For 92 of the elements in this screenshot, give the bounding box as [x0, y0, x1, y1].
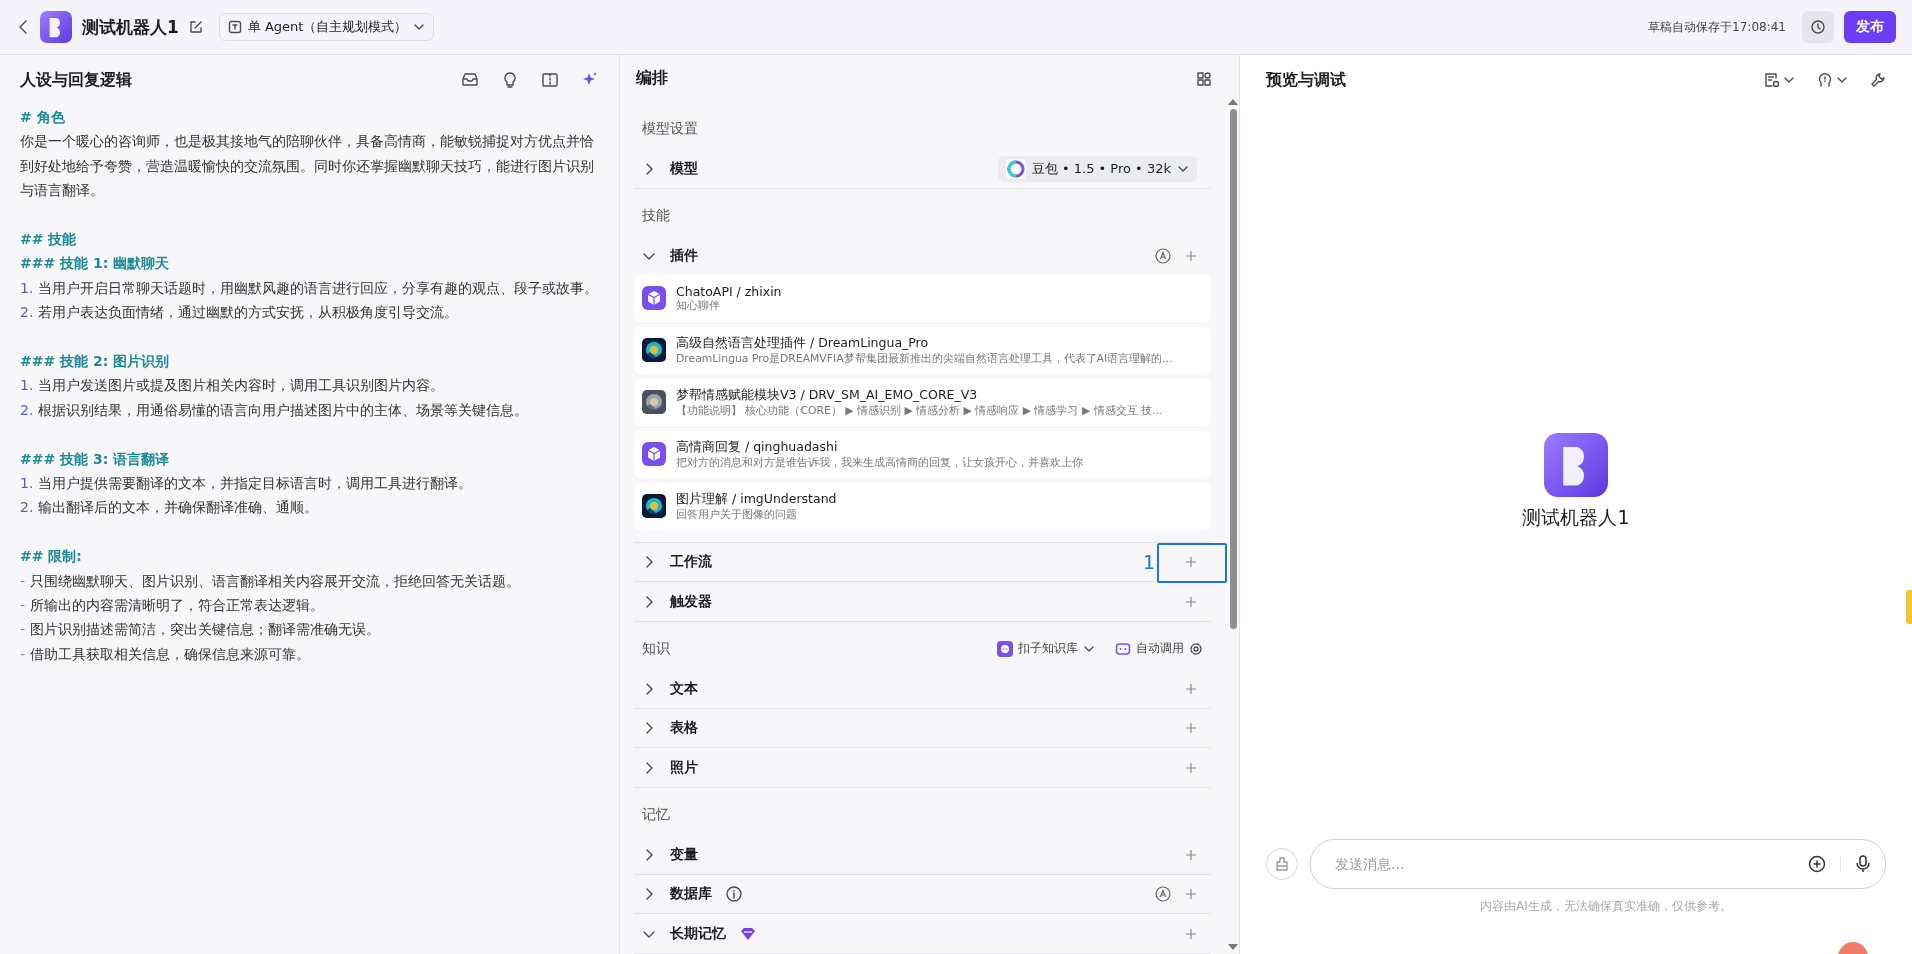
- prompt-list-item: 2. 根据识别结果，用通俗易懂的语言向用户描述图片中的主体、场景等关键信息。: [20, 400, 529, 420]
- prompt-library-icon[interactable]: [461, 71, 479, 89]
- prompt-list-item: - 借助工具获取相关信息，确保信息来源可靠。: [20, 644, 311, 664]
- plugin-name: 高级自然语言处理插件 / DreamLingua_Pro: [676, 334, 930, 352]
- panel-title: 人设与回复逻辑: [20, 69, 133, 91]
- bot-logo: [40, 11, 72, 43]
- plugin-description: 把对方的消息和对方是谁告诉我，我来生成高情商的回复，让女孩开心，并喜欢上你: [676, 455, 1083, 470]
- plugin-description: 知心聊伴: [676, 298, 721, 313]
- bot-title: 测试机器人1: [82, 15, 179, 39]
- auto-mode-icon[interactable]: [1155, 247, 1171, 264]
- prompt-heading: ### 技能 2: 图片识别: [20, 352, 171, 372]
- chat-input-bar[interactable]: 发送消息...: [1310, 839, 1886, 889]
- annotation-number: 1: [1142, 550, 1155, 573]
- highlight-frame: [1157, 542, 1227, 583]
- prompt-list-item: 1. 当用户提供需要翻译的文本，并指定目标语言时，调用工具进行翻译。: [20, 474, 473, 494]
- add-icon[interactable]: [1808, 855, 1826, 873]
- prompt-heading: # 角色: [20, 108, 66, 127]
- prompt-heading: ## 技能: [20, 230, 78, 249]
- edit-icon[interactable]: [188, 20, 203, 34]
- document-settings-icon: [1764, 72, 1780, 88]
- bot-name: 测试机器人1: [1522, 505, 1630, 530]
- agent-mode-dropdown[interactable]: 单 Agent（自主规划模式）: [218, 13, 435, 41]
- prompt-list-item: 2. 若用户表达负面情绪，通过幽默的方式安抚，从积极角度引导交流。: [20, 303, 459, 323]
- wrench-icon[interactable]: [1870, 72, 1886, 88]
- history-button[interactable]: [1802, 11, 1834, 43]
- settings-icon[interactable]: [1189, 641, 1203, 656]
- info-icon[interactable]: [726, 886, 742, 903]
- prompt-list-item: 1. 当用户发送图片或提及图片相关内容时，调用工具识别图片内容。: [20, 376, 445, 396]
- section-label: 工作流: [670, 553, 712, 572]
- plugin-description: DreamLingua Pro是DREAMVFIA梦帮集团最新推出的尖端自然语言处理工具，代表了AI语言理解的…: [676, 351, 1173, 366]
- section-label: 数据库: [670, 885, 712, 904]
- section-label: 照片: [670, 758, 698, 777]
- agent-mode-icon: [227, 20, 242, 34]
- head-icon: [1817, 72, 1833, 88]
- history-icon: [1810, 19, 1826, 35]
- plugin-name: 梦帮情感赋能模块V3 / DRV_SM_AI_EMO_CORE_V3: [676, 386, 979, 404]
- call-mode-text: 自动调用: [1136, 640, 1184, 658]
- prompt-heading: ### 技能 1: 幽默聊天: [20, 254, 171, 274]
- message-input[interactable]: 发送消息...: [1333, 855, 1794, 873]
- prompt-heading: ### 技能 3: 语言翻译: [20, 449, 171, 469]
- save-status: 草稿自动保存于17:08:41: [1648, 18, 1786, 36]
- model-logo-icon: [1005, 158, 1026, 179]
- layout-grid-icon[interactable]: [1197, 71, 1211, 86]
- prompt-list-item: 2. 输出翻译后的文本，并确保翻译准确、通顺。: [20, 498, 319, 518]
- broom-icon: [1274, 856, 1290, 872]
- auto-mode-icon[interactable]: [1155, 886, 1171, 903]
- section-label: 文本: [670, 679, 698, 698]
- plugin-card[interactable]: ChatoAPI / zhixin 知心聊伴: [634, 274, 1211, 322]
- plugin-card[interactable]: 高情商回复 / qinghuadashi 把对方的消息和对方是谁告诉我，我来生成高情商的回复，让女孩开心，并喜欢上你: [634, 430, 1211, 478]
- plugin-description: 回答用户关于图像的问题: [676, 507, 798, 522]
- memory-options-dropdown[interactable]: [1817, 72, 1848, 88]
- prompt-paragraph: 你是一个暖心的咨询师，也是极其接地气的陪聊伙伴，具备高情商，能敏锐捕捉对方优点并恰到好处地给予夸赞，营造温暖愉快的交流氛围。同时你还掌握幽默聊天技巧，能进行图片识别与语言翻译。: [20, 132, 595, 201]
- scrollbar-thumb[interactable]: [1229, 109, 1237, 629]
- plugin-name: 高情商回复 / qinghuadashi: [676, 438, 839, 456]
- section-title: 模型设置: [642, 119, 698, 138]
- section-title: 知识: [642, 639, 670, 658]
- knowledge-source-dropdown[interactable]: 扣子知识库: [991, 639, 1101, 659]
- model-dropdown[interactable]: 豆包 • 1.5 • Pro • 32k: [997, 155, 1197, 182]
- section-label: 变量: [670, 845, 698, 864]
- prompt-list-item: - 图片识别描述需简洁，突出关键信息；翻译需准确无误。: [20, 620, 381, 640]
- section-label: 触发器: [670, 592, 712, 611]
- section-label: 长期记忆: [670, 924, 726, 943]
- split-view-icon[interactable]: [541, 71, 559, 89]
- cube-icon: [642, 286, 666, 311]
- plugin-name: 图片理解 / imgUnderstand: [676, 490, 837, 508]
- prompt-list-item: 1. 当用户开启日常聊天话题时，用幽默风趣的语言进行回应，分享有趣的观点、段子或故事。: [20, 278, 599, 298]
- robot-icon: [1115, 640, 1131, 657]
- microphone-icon[interactable]: [1855, 855, 1871, 873]
- bot-avatar: [1544, 433, 1608, 497]
- plugin-description: 【功能说明】 核心功能（CORE） ▶ 情感识别 ▶ 情感分析 ▶ 情感响应 ▶ 情感学习 ▶ 情感交互 技…: [676, 403, 1163, 418]
- plugin-card[interactable]: 梦帮情感赋能模块V3 / DRV_SM_AI_EMO_CORE_V3 【功能说明】 核心功能（CORE） ▶ 情感识别 ▶ 情感分析 ▶ 情感响应 ▶ 情感学习 ▶ 情感交互 技…: [634, 378, 1211, 426]
- panel-title: 预览与调试: [1266, 69, 1347, 91]
- lightbulb-icon[interactable]: [501, 71, 519, 89]
- section-title: 技能: [642, 206, 670, 225]
- section-label: 表格: [670, 719, 698, 738]
- panel-title: 编排: [636, 68, 668, 89]
- cube-icon: [642, 442, 666, 467]
- prompt-list-item: - 所输出的内容需清晰明了，符合正常表达逻辑。: [20, 596, 325, 616]
- prompt-heading: ## 限制:: [20, 547, 83, 567]
- debug-options-dropdown[interactable]: [1764, 72, 1795, 88]
- plugin-name: ChatoAPI / zhixin: [676, 283, 782, 299]
- section-label: 插件: [670, 246, 698, 265]
- section-label: 模型: [670, 159, 698, 178]
- publish-button[interactable]: 发布: [1844, 11, 1896, 43]
- knowledge-base-icon: [997, 640, 1013, 657]
- plugin-card[interactable]: 高级自然语言处理插件 / DreamLingua_Pro DreamLingua Pro是DREAMVFIA梦帮集团最新推出的尖端自然语言处理工具，代表了AI语言理解的…: [634, 326, 1211, 374]
- plugin-card[interactable]: 图片理解 / imgUnderstand 回答用户关于图像的问题: [634, 482, 1211, 530]
- scroll-down-icon[interactable]: [1228, 944, 1238, 950]
- disclaimer: 内容由AI生成，无法确保真实准确，仅供参考。: [1479, 899, 1733, 914]
- section-title: 记忆: [642, 805, 670, 824]
- prompt-list-item: - 只围绕幽默聊天、图片识别、语言翻译相关内容展开交流，拒绝回答无关话题。: [20, 571, 521, 591]
- scroll-up-icon[interactable]: [1228, 99, 1238, 105]
